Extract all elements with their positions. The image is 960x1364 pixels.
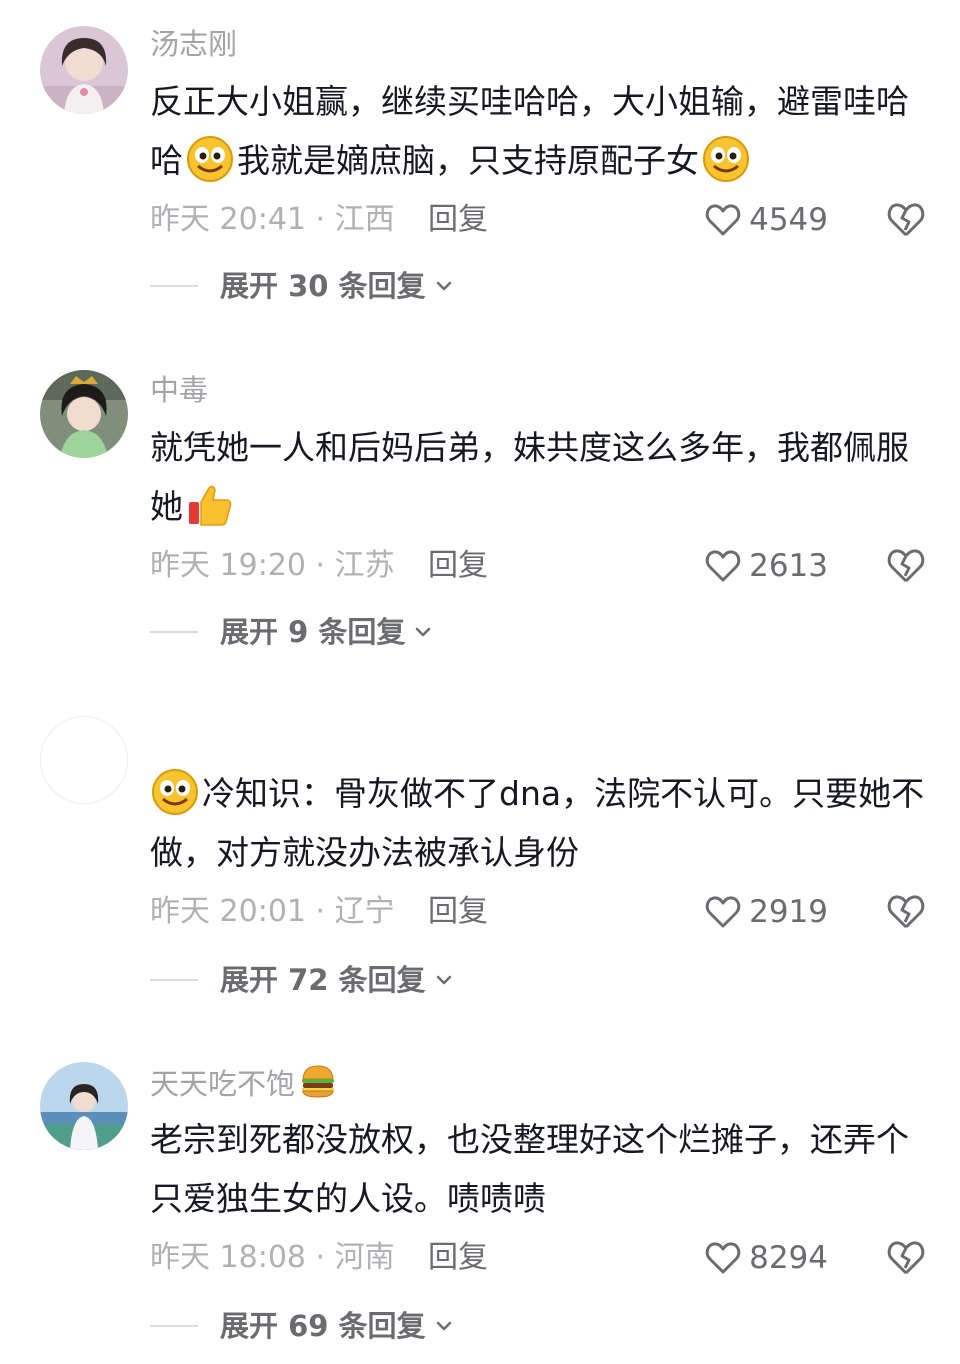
expand-replies-button[interactable]: 展开 30 条回复 <box>150 264 454 308</box>
comment-item: 冷知识：骨灰做不了dna，法院不认可。只要她不做，对方就没办法被承认身份 昨天 … <box>0 692 960 1032</box>
burger-emoji <box>299 1062 337 1110</box>
reply-button[interactable]: 回复 <box>428 544 488 588</box>
heart-icon <box>705 204 741 236</box>
chevron-down-icon <box>436 281 451 291</box>
divider <box>150 285 198 287</box>
grin-emoji <box>185 134 235 184</box>
comment-item: 汤志刚 反正大小姐赢，继续买哇哈哈，大小姐输，避雷哇哈哈 我就是嫡庶脑，只支持原配… <box>0 0 960 340</box>
dislike-button[interactable] <box>884 544 928 588</box>
comment-text-part: 老宗到死都没放权，也没整理好这个烂摊子，还弄个只爱独生女的人设。啧啧啧 <box>150 1120 909 1218</box>
username[interactable]: 中毒 <box>150 370 208 410</box>
time-location: 昨天 19:20 · 江苏 <box>150 548 395 583</box>
divider <box>150 1325 198 1327</box>
comment-text: 就凭她一人和后妈后弟，妹共度这么多年，我都佩服她 <box>150 418 930 536</box>
like-button[interactable]: 2919 <box>703 890 828 934</box>
divider <box>150 631 198 633</box>
avatar[interactable] <box>40 26 128 114</box>
expand-label: 展开 9 条回复 <box>220 615 406 649</box>
like-button[interactable]: 2613 <box>703 544 828 588</box>
broken-heart-icon <box>887 895 925 929</box>
comment-text-part: 我就是嫡庶脑，只支持原配子女 <box>237 141 699 180</box>
expand-label: 展开 69 条回复 <box>220 1309 426 1343</box>
expand-replies-button[interactable]: 展开 72 条回复 <box>150 958 454 1002</box>
avatar[interactable] <box>40 370 128 458</box>
username[interactable]: 汤志刚 <box>150 24 237 64</box>
heart-icon <box>705 550 741 582</box>
comment-text-part: 冷知识：骨灰做不了dna，法院不认可。只要她不做，对方就没办法被承认身份 <box>150 774 925 872</box>
broken-heart-icon <box>887 1241 925 1275</box>
expand-replies-button[interactable]: 展开 9 条回复 <box>150 610 433 654</box>
grin-emoji <box>701 134 751 184</box>
expand-replies-button[interactable]: 展开 69 条回复 <box>150 1304 454 1348</box>
expand-label: 展开 72 条回复 <box>220 963 426 997</box>
chevron-down-icon <box>436 975 451 985</box>
reply-button[interactable]: 回复 <box>428 1236 488 1280</box>
dislike-button[interactable] <box>884 890 928 934</box>
chevron-down-icon <box>436 1321 451 1331</box>
divider <box>150 979 198 981</box>
reply-button[interactable]: 回复 <box>428 890 488 934</box>
like-count: 8294 <box>749 1240 828 1276</box>
expand-label: 展开 30 条回复 <box>220 269 426 303</box>
like-count: 2919 <box>749 894 828 930</box>
dislike-button[interactable] <box>884 198 928 242</box>
username[interactable]: 天天吃不饱 <box>150 1062 337 1102</box>
time-location: 昨天 20:41 · 江西 <box>150 202 395 237</box>
heart-icon <box>705 896 741 928</box>
time-location: 昨天 18:08 · 河南 <box>150 1240 395 1275</box>
comment-text: 反正大小姐赢，继续买哇哈哈，大小姐输，避雷哇哈哈 我就是嫡庶脑，只支持原配子女 <box>150 72 930 190</box>
avatar[interactable] <box>40 716 128 804</box>
like-count: 2613 <box>749 548 828 584</box>
thumbs-up-emoji <box>185 480 235 530</box>
time-location: 昨天 20:01 · 辽宁 <box>150 894 395 929</box>
comment-text: 冷知识：骨灰做不了dna，法院不认可。只要她不做，对方就没办法被承认身份 <box>150 764 930 882</box>
dislike-button[interactable] <box>884 1236 928 1280</box>
comment-text-part: 就凭她一人和后妈后弟，妹共度这么多年，我都佩服她 <box>150 428 909 526</box>
heart-icon <box>705 1242 741 1274</box>
broken-heart-icon <box>887 203 925 237</box>
grin-emoji <box>150 767 200 817</box>
username-text: 天天吃不饱 <box>150 1067 296 1101</box>
broken-heart-icon <box>887 549 925 583</box>
comment-item: 中毒 就凭她一人和后妈后弟，妹共度这么多年，我都佩服她 昨天 19:20 · 江… <box>0 346 960 686</box>
reply-button[interactable]: 回复 <box>428 198 488 242</box>
like-button[interactable]: 4549 <box>703 198 828 242</box>
chevron-down-icon <box>416 627 431 637</box>
comment-text: 老宗到死都没放权，也没整理好这个烂摊子，还弄个只爱独生女的人设。啧啧啧 <box>150 1110 930 1228</box>
like-count: 4549 <box>749 202 828 238</box>
like-button[interactable]: 8294 <box>703 1236 828 1280</box>
comment-item: 天天吃不饱 老宗到死都没放权，也没整理好这个烂摊子，还弄个只爱独生女的人设。啧啧… <box>0 1038 960 1364</box>
avatar[interactable] <box>40 1062 128 1150</box>
